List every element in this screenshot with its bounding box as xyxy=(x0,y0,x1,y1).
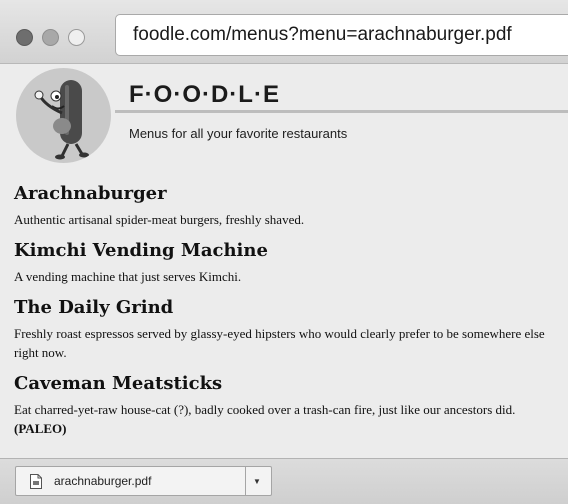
restaurant-description: A vending machine that just serves Kimch… xyxy=(14,269,242,284)
pdf-file-icon xyxy=(30,474,42,489)
restaurant-entry: Arachnaburger Authentic artisanal spider… xyxy=(14,183,554,229)
download-shelf: arachnaburger.pdf ▼ xyxy=(0,458,568,504)
restaurant-description: Authentic artisanal spider-meat burgers,… xyxy=(14,212,305,227)
header-divider xyxy=(115,110,568,113)
restaurant-entry: Caveman Meatsticks Eat charred-yet-raw h… xyxy=(14,373,554,438)
restaurant-description: Eat charred-yet-raw house-cat (?), badly… xyxy=(14,400,554,438)
close-window-button[interactable] xyxy=(16,29,33,46)
address-bar[interactable]: foodle.com/menus?menu=arachnaburger.pdf xyxy=(115,14,568,56)
site-brand-title[interactable]: F·O·O·D·L·E xyxy=(129,81,280,109)
chevron-down-icon[interactable]: ▼ xyxy=(253,477,261,486)
restaurant-entry: Kimchi Vending Machine A vending machine… xyxy=(14,240,554,286)
minimize-window-button[interactable] xyxy=(42,29,59,46)
site-header: F·O·O·D·L·E Menus for all your favorite … xyxy=(0,63,568,163)
browser-toolbar: foodle.com/menus?menu=arachnaburger.pdf xyxy=(0,0,568,64)
download-filename: arachnaburger.pdf xyxy=(54,474,152,488)
restaurant-list: Arachnaburger Authentic artisanal spider… xyxy=(14,183,554,449)
download-divider xyxy=(245,467,246,495)
restaurant-name[interactable]: The Daily Grind xyxy=(14,297,554,319)
restaurant-entry: The Daily Grind Freshly roast espressos … xyxy=(14,297,554,362)
restaurant-name[interactable]: Arachnaburger xyxy=(14,183,554,205)
sausage-mascot-icon xyxy=(34,80,89,160)
zoom-window-button[interactable] xyxy=(68,29,85,46)
restaurant-name[interactable]: Caveman Meatsticks xyxy=(14,373,554,395)
restaurant-description-text: Eat charred-yet-raw house-cat (?), badly… xyxy=(14,402,516,417)
restaurant-name[interactable]: Kimchi Vending Machine xyxy=(14,240,554,262)
restaurant-description: Freshly roast espressos served by glassy… xyxy=(14,326,545,360)
download-item[interactable]: arachnaburger.pdf ▼ xyxy=(15,466,272,496)
paleo-tag: (PALEO) xyxy=(14,421,67,436)
site-tagline: Menus for all your favorite restaurants xyxy=(129,126,348,141)
foodle-mascot-logo xyxy=(16,68,111,163)
